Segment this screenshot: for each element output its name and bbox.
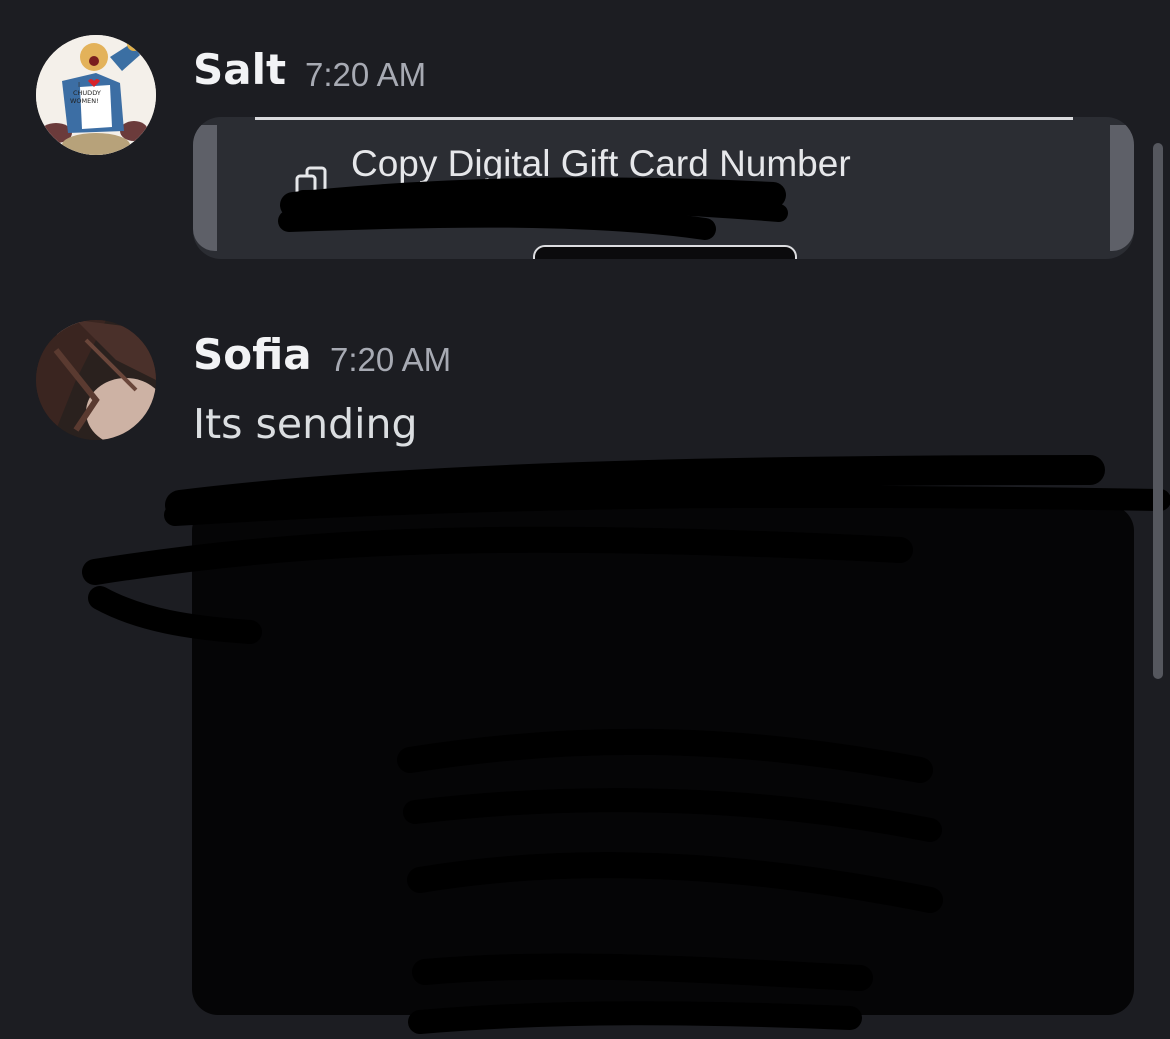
avatar-salt[interactable]: I CHUDDY WOMEN! bbox=[36, 35, 156, 155]
avatar-text-women: WOMEN! bbox=[70, 97, 99, 105]
embed-edge-right bbox=[1110, 125, 1134, 251]
copy-gift-card-label: Copy Digital Gift Card Number bbox=[351, 143, 851, 184]
timestamp-salt: 7:20 AM bbox=[305, 56, 427, 93]
avatar-text-chuddy: CHUDDY bbox=[73, 89, 101, 97]
salt-avatar-image: I CHUDDY WOMEN! bbox=[36, 35, 156, 155]
author-name-salt[interactable]: Salt bbox=[193, 46, 286, 94]
author-name-sofia[interactable]: Sofia bbox=[193, 331, 312, 379]
timestamp-sofia: 7:20 AM bbox=[330, 341, 452, 378]
embed-action-button[interactable] bbox=[533, 245, 797, 259]
embed-edge-left bbox=[193, 125, 217, 251]
chat-view: I CHUDDY WOMEN! Salt 7:20 AM Copy Digita… bbox=[0, 0, 1170, 1039]
sofia-avatar-image bbox=[36, 320, 156, 440]
embed-divider bbox=[255, 117, 1073, 120]
gift-card-embed: Copy Digital Gift Card Number bbox=[193, 117, 1134, 259]
avatar-sofia[interactable] bbox=[36, 320, 156, 440]
image-attachment[interactable] bbox=[192, 505, 1134, 1015]
copy-icon bbox=[295, 166, 327, 202]
message-text-sofia: Its sending bbox=[193, 400, 418, 448]
scrollbar[interactable] bbox=[1153, 143, 1163, 679]
avatar-text-i: I bbox=[78, 81, 80, 89]
